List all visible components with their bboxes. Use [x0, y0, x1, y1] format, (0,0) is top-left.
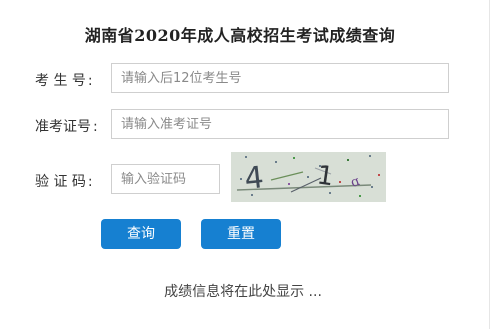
exam-number-label: 考 生 号: [35, 70, 93, 90]
ticket-number-colon: : [93, 119, 98, 135]
captcha-char: 1 [315, 160, 336, 192]
ticket-number-input[interactable] [111, 109, 449, 139]
score-query-page: 湖南省2020年成人高校招生考试成绩查询 考 生 号: 准考证号: 验 证 码: [0, 0, 490, 329]
captcha-label-text: 验 证 码 [35, 174, 86, 190]
ticket-number-label-text: 准考证号 [35, 119, 91, 135]
page-title: 湖南省2020年成人高校招生考试成绩查询 [84, 26, 396, 45]
captcha-graphic: 4 1 ɑ [236, 155, 380, 197]
result-placeholder-text: 成绩信息将在此处显示 ... [164, 284, 322, 300]
ticket-number-label: 准考证号: [35, 116, 98, 136]
exam-number-label-text: 考 生 号 [35, 73, 86, 89]
query-button[interactable]: 查询 [101, 219, 181, 249]
exam-number-colon: : [87, 73, 93, 89]
captcha-colon: : [87, 174, 93, 190]
captcha-char: 4 [243, 160, 266, 197]
reset-button[interactable]: 重置 [201, 219, 281, 249]
captcha-char: ɑ [349, 174, 362, 191]
captcha-label: 验 证 码: [35, 171, 93, 191]
captcha-input[interactable] [111, 164, 220, 194]
captcha-image[interactable]: 4 1 ɑ [231, 152, 386, 202]
exam-number-input[interactable] [111, 63, 449, 93]
